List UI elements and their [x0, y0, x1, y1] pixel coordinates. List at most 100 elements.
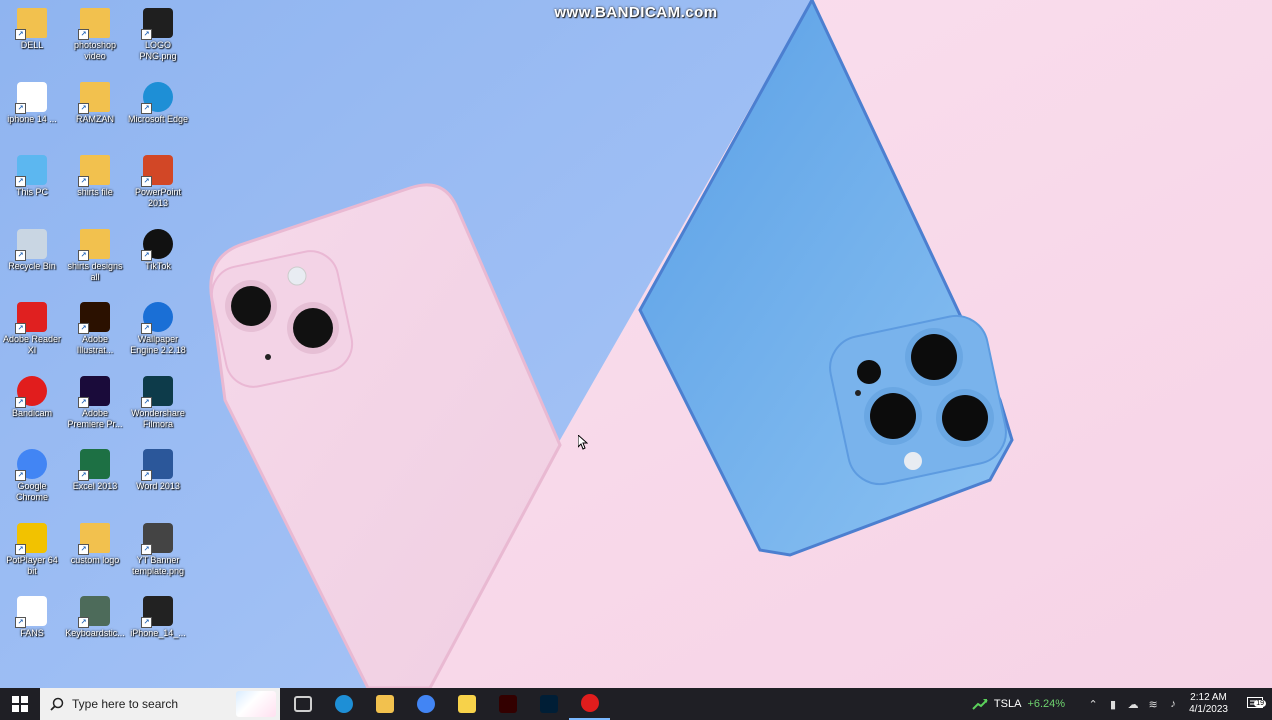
desktop-icon[interactable]: ↗ Adobe Illustrat... — [63, 296, 127, 366]
image-file-icon: ↗ — [15, 81, 47, 114]
search-icon — [50, 697, 64, 711]
word-icon: ↗ — [141, 449, 173, 481]
start-button[interactable] — [0, 688, 40, 720]
desktop-icon-label: DELL — [20, 40, 44, 50]
desktop-icon-label: Wallpaper Engine 2.2.18 — [130, 334, 186, 355]
system-tray: TSLA +6.24% ⌃ ▮ ☁ ≋ ♪ 2:12 AM 4/1/2023 1… — [972, 688, 1272, 720]
desktop-icon[interactable]: ↗ DELL — [0, 2, 64, 72]
desktop-icon[interactable]: ↗ TikTok — [126, 223, 190, 293]
shortcut-arrow-icon: ↗ — [141, 617, 152, 628]
desktop-icon[interactable]: ↗ PowerPoint 2013 — [126, 149, 190, 219]
edge-icon — [334, 695, 353, 713]
desktop-icon[interactable]: ↗ YT Banner template.png — [126, 517, 190, 587]
premiere-icon: ↗ — [78, 375, 110, 408]
shortcut-arrow-icon: ↗ — [78, 29, 89, 40]
desktop-icon[interactable]: ↗ Bandicam — [0, 370, 64, 440]
edge-icon: ↗ — [141, 81, 173, 114]
taskbar-app-button[interactable] — [487, 688, 528, 720]
taskbar-search-box[interactable]: Type here to search — [40, 688, 280, 720]
desktop-icon-label: YT Banner template.png — [131, 554, 185, 576]
desktop-icon[interactable]: ↗ RAMZAN — [63, 76, 127, 146]
taskbar-app-button[interactable] — [569, 688, 610, 720]
user-folder-icon: ↗ — [15, 8, 47, 40]
desktop-icon[interactable]: ↗ This PC — [0, 149, 64, 219]
task-view-icon — [293, 696, 312, 712]
desktop-icon[interactable]: ↗ Wondershare Filmora — [126, 370, 190, 440]
desktop-icon[interactable]: ↗ shirts file — [63, 149, 127, 219]
desktop-icon-label: shirts file — [77, 187, 113, 197]
desktop-icon[interactable]: ↗ Adobe Premiere Pr... — [63, 370, 127, 440]
desktop-icon-label: Wondershare Filmora — [131, 407, 185, 429]
desktop-icon[interactable]: ↗ iPhone_14_... — [126, 590, 190, 660]
chrome-icon — [416, 695, 435, 713]
taskbar-app-button[interactable] — [528, 688, 569, 720]
chevron-up-icon[interactable]: ⌃ — [1083, 698, 1103, 711]
desktop[interactable]: www.BANDICAM.com ↗ DELL ↗ photoshop video ↗ L… — [0, 0, 1272, 688]
bandicam-icon: ↗ — [15, 375, 47, 408]
desktop-icon-label: custom logo — [70, 554, 120, 565]
image-file-icon: ↗ — [141, 8, 173, 40]
desktop-icon[interactable]: ↗ shirts designs all — [63, 223, 127, 293]
shortcut-arrow-icon: ↗ — [141, 543, 152, 555]
desktop-icon-label: Recycle Bin — [8, 260, 56, 271]
desktop-icon[interactable]: ↗ iphone 14 ... — [0, 76, 64, 146]
notifications-button[interactable]: 19 — [1238, 697, 1272, 711]
bandicam-icon — [580, 694, 599, 712]
cloud-icon[interactable]: ☁ — [1123, 698, 1143, 711]
shortcut-arrow-icon: ↗ — [141, 176, 152, 187]
folder-icon: ↗ — [78, 522, 110, 555]
desktop-icon[interactable]: ↗ Microsoft Edge — [126, 76, 190, 146]
desktop-icon[interactable]: ↗ Google Chrome — [0, 443, 64, 513]
shortcut-arrow-icon: ↗ — [78, 470, 89, 481]
desktop-icon[interactable]: ↗ Keyboardstic... — [63, 590, 127, 660]
shortcut-arrow-icon: ↗ — [141, 323, 152, 334]
desktop-icon-label: Bandicam — [11, 407, 53, 418]
shortcut-arrow-icon: ↗ — [78, 543, 89, 555]
image-file-icon: ↗ — [141, 596, 173, 628]
desktop-icon[interactable]: ↗ Excel 2013 — [63, 443, 127, 513]
desktop-icon-label: Google Chrome — [15, 481, 48, 502]
shortcut-arrow-icon: ↗ — [78, 249, 89, 261]
desktop-icon[interactable]: ↗ Recycle Bin — [0, 223, 64, 293]
shortcut-arrow-icon: ↗ — [78, 323, 89, 334]
desktop-icon[interactable]: ↗ Adobe Reader XI — [0, 296, 64, 366]
network-icon[interactable]: ▮ — [1103, 698, 1123, 711]
shortcut-arrow-icon: ↗ — [15, 470, 26, 481]
desktop-icon-label: iphone 14 ... — [7, 113, 57, 124]
desktop-icon[interactable]: ↗ Word 2013 — [126, 443, 190, 513]
taskbar-apps — [282, 688, 610, 720]
desktop-icon-label: LOGO PNG.png — [139, 40, 177, 61]
potplayer-icon: ↗ — [15, 522, 47, 555]
shortcut-arrow-icon: ↗ — [15, 176, 26, 187]
desktop-icon[interactable]: ↗ custom logo — [63, 517, 127, 587]
desktop-icon[interactable]: ↗ PotPlayer 64 bit — [0, 517, 64, 587]
desktop-icon[interactable]: ↗ FANS — [0, 590, 64, 660]
desktop-icon-label: Adobe Premiere Pr... — [67, 407, 123, 429]
shortcut-arrow-icon: ↗ — [141, 249, 152, 261]
desktop-icon-label: RAMZAN — [76, 113, 114, 124]
stock-change: +6.24% — [1027, 698, 1066, 710]
taskbar-app-button[interactable] — [446, 688, 487, 720]
notification-count: 19 — [1254, 700, 1266, 707]
desktop-icon[interactable]: ↗ LOGO PNG.png — [126, 2, 190, 72]
taskbar-app-button[interactable] — [323, 688, 364, 720]
search-highlight-icon[interactable] — [236, 691, 276, 717]
folder-icon: ↗ — [78, 81, 110, 114]
desktop-icon[interactable]: ↗ Wallpaper Engine 2.2.18 — [126, 296, 190, 366]
desktop-icon-label: Adobe Reader XI — [2, 334, 62, 355]
wifi-icon[interactable]: ≋ — [1143, 698, 1163, 711]
stock-widget[interactable]: TSLA +6.24% — [972, 698, 1065, 710]
clock[interactable]: 2:12 AM 4/1/2023 — [1189, 692, 1228, 716]
search-placeholder: Type here to search — [72, 697, 179, 711]
shortcut-arrow-icon: ↗ — [15, 102, 26, 114]
taskbar-app-button[interactable] — [405, 688, 446, 720]
desktop-icon[interactable]: ↗ photoshop video — [63, 2, 127, 72]
taskbar-app-button[interactable] — [364, 688, 405, 720]
shortcut-arrow-icon: ↗ — [78, 396, 89, 408]
shortcut-arrow-icon: ↗ — [141, 396, 152, 408]
taskbar-app-button[interactable] — [282, 688, 323, 720]
shortcut-arrow-icon: ↗ — [15, 29, 26, 40]
acrobat-icon: ↗ — [15, 302, 47, 334]
volume-icon[interactable]: ♪ — [1163, 698, 1183, 710]
sticky-notes-icon — [457, 695, 476, 713]
